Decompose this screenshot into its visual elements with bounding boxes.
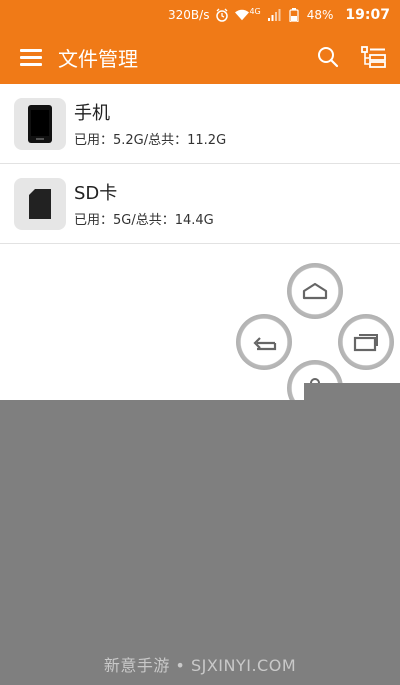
home-icon[interactable] xyxy=(287,263,343,319)
battery-icon xyxy=(287,8,301,22)
app-bar: 文件管理 xyxy=(0,30,400,84)
page-title: 文件管理 xyxy=(58,46,138,71)
back-icon[interactable] xyxy=(236,314,292,370)
storage-name: 手机 xyxy=(74,103,110,124)
list-view-icon[interactable] xyxy=(354,37,394,77)
clock: 19:07 xyxy=(345,7,390,23)
storage-name: SD卡 xyxy=(74,183,118,204)
phone-icon xyxy=(14,97,66,150)
signal-icon xyxy=(267,8,281,22)
alarm-icon xyxy=(215,8,229,22)
storage-item-phone[interactable]: 手机 已用：5.2G/总共：11.2G xyxy=(0,84,400,164)
network-speed: 320B/s xyxy=(168,8,210,22)
wifi-icon xyxy=(235,8,250,22)
grey-overlay xyxy=(0,400,400,685)
network-type: 4G xyxy=(249,6,261,16)
recent-apps-icon[interactable] xyxy=(338,314,394,370)
status-bar: 320B/s 4G 48% 19:07 xyxy=(0,0,400,30)
battery-level: 48% xyxy=(306,8,334,22)
sd-card-icon xyxy=(14,177,66,230)
storage-usage: 已用：5.2G/总共：11.2G xyxy=(74,133,227,148)
watermark: 新意手游 • SJXINYI.COM xyxy=(103,656,297,675)
storage-item-sd-card[interactable]: SD卡 已用：5G/总共：14.4G xyxy=(0,164,400,244)
storage-list: 手机 已用：5.2G/总共：11.2G SD卡 已用：5G/总共：14.4G xyxy=(0,84,400,244)
storage-usage: 已用：5G/总共：14.4G xyxy=(74,213,214,228)
menu-icon[interactable] xyxy=(10,35,54,79)
search-icon[interactable] xyxy=(308,37,348,77)
screen: 320B/s 4G 48% 19:07 文件管理 手机 已用：5.2G/总共：1… xyxy=(0,0,400,685)
